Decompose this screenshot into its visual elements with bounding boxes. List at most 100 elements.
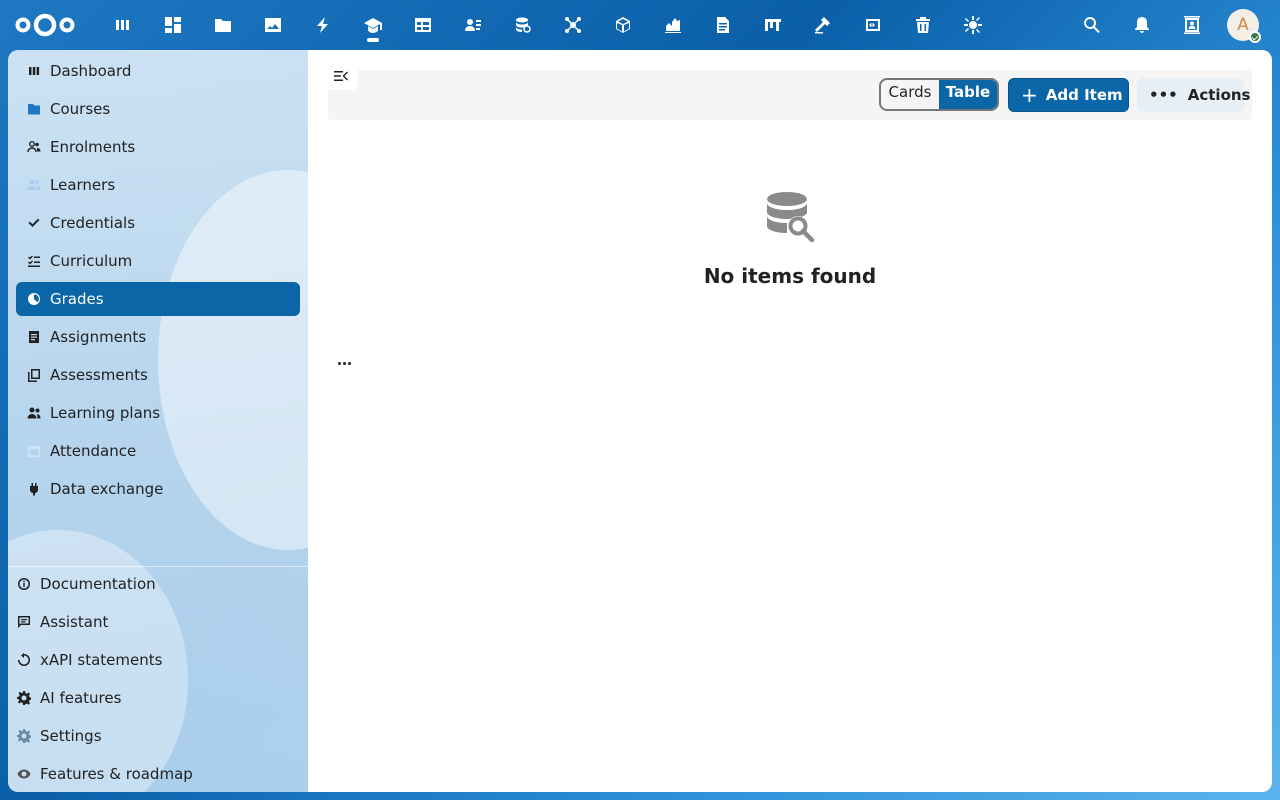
- sidebar-footer: Documentation Assistant xAPI statements …: [8, 566, 308, 792]
- sidebar-item-label: Dashboard: [50, 62, 132, 80]
- notifications-button[interactable]: [1117, 0, 1167, 50]
- dashboard-icon: [29, 67, 40, 75]
- app-activity[interactable]: [298, 0, 348, 50]
- users-icon: [27, 179, 41, 190]
- sidebar-nav: Dashboard Courses Enrolments Learners Cr…: [16, 54, 300, 510]
- sidebar-item-label: Attendance: [50, 442, 137, 460]
- contacts-card-icon: [1184, 16, 1200, 34]
- app-grid[interactable]: [148, 0, 198, 50]
- refresh-icon: [18, 653, 30, 666]
- sidebar-item-label: Documentation: [40, 575, 156, 593]
- top-bar: A: [0, 0, 1280, 50]
- trash-icon: [916, 17, 930, 33]
- bell-icon: [1135, 17, 1149, 33]
- info-icon: [18, 578, 30, 590]
- sidebar-item-grades[interactable]: Grades: [16, 282, 300, 316]
- more-options-button[interactable]: [334, 353, 354, 373]
- add-item-button[interactable]: + Add Item: [1008, 78, 1129, 112]
- contacts-menu-button[interactable]: [1167, 0, 1217, 50]
- sidebar-item-label: Credentials: [50, 214, 136, 232]
- add-item-label: Add Item: [1045, 86, 1123, 104]
- sidebar-toggle-button[interactable]: [324, 62, 358, 90]
- sidebar-item-label: Learning plans: [50, 404, 161, 422]
- sidebar-item-credentials[interactable]: Credentials: [16, 206, 300, 240]
- sidebar-item-courses[interactable]: Courses: [16, 92, 300, 126]
- app-chart[interactable]: [648, 0, 698, 50]
- actions-label: Actions: [1187, 86, 1251, 104]
- actions-button[interactable]: ••• Actions: [1137, 78, 1251, 112]
- sidebar-item-ai-features[interactable]: AI features: [8, 681, 308, 715]
- graduation-cap-icon: [364, 18, 382, 33]
- document-icon: [717, 17, 729, 33]
- app-tables[interactable]: [398, 0, 448, 50]
- sidebar-item-label: Data exchange: [50, 480, 164, 498]
- sidebar-item-assignments[interactable]: Assignments: [16, 320, 300, 354]
- sidebar-item-label: Assessments: [50, 366, 148, 384]
- app-learning[interactable]: [348, 0, 398, 50]
- app-document[interactable]: [698, 0, 748, 50]
- view-cards-option[interactable]: Cards: [881, 80, 939, 109]
- sidebar-item-data-exchange[interactable]: Data exchange: [16, 472, 300, 506]
- app-code[interactable]: [848, 0, 898, 50]
- sidebar-item-label: Features & roadmap: [40, 765, 193, 783]
- folder-icon: [28, 104, 40, 115]
- app-network[interactable]: [548, 0, 598, 50]
- chat-icon: [18, 616, 30, 628]
- network-icon: [565, 17, 581, 33]
- plug-icon: [30, 483, 38, 496]
- app-files[interactable]: [198, 0, 248, 50]
- cog-icon: [17, 729, 31, 743]
- app-dashboard[interactable]: [98, 0, 148, 50]
- view-table-option[interactable]: Table: [939, 80, 997, 109]
- app-board[interactable]: [748, 0, 798, 50]
- list-icon: [29, 331, 39, 343]
- avatar[interactable]: A: [1227, 9, 1261, 43]
- app-tools[interactable]: [798, 0, 848, 50]
- sidebar-item-xapi[interactable]: xAPI statements: [8, 643, 308, 677]
- sidebar-item-label: Settings: [40, 727, 102, 745]
- contacts-icon: [465, 19, 481, 31]
- gear-icon: [17, 691, 31, 705]
- sidebar-item-label: Grades: [50, 290, 104, 308]
- app-database[interactable]: [498, 0, 548, 50]
- sidebar-item-label: xAPI statements: [40, 651, 163, 669]
- database-icon: [516, 17, 531, 33]
- menu-collapse-icon: [334, 71, 348, 81]
- pie-icon: [28, 293, 40, 305]
- hammer-icon: [815, 17, 830, 34]
- sidebar-item-curriculum[interactable]: Curriculum: [16, 244, 300, 278]
- app-package[interactable]: [598, 0, 648, 50]
- app-photos[interactable]: [248, 0, 298, 50]
- sidebar-item-label: Learners: [50, 176, 116, 194]
- sidebar-item-features-roadmap[interactable]: Features & roadmap: [8, 757, 308, 791]
- app-contacts[interactable]: [448, 0, 498, 50]
- database-search-icon: [767, 192, 815, 243]
- sidebar-item-attendance[interactable]: Attendance: [16, 434, 300, 468]
- sidebar-item-assistant[interactable]: Assistant: [8, 605, 308, 639]
- calendar-icon: [28, 446, 40, 457]
- grid-icon: [165, 17, 181, 33]
- sidebar-item-assessments[interactable]: Assessments: [16, 358, 300, 392]
- chart-icon: [665, 18, 681, 33]
- eye-icon: [17, 769, 31, 779]
- table-icon: [415, 18, 431, 32]
- online-status-icon: [1249, 31, 1261, 43]
- sidebar-item-settings[interactable]: Settings: [8, 719, 308, 753]
- sidebar-item-dashboard[interactable]: Dashboard: [16, 54, 300, 88]
- sidebar-item-documentation[interactable]: Documentation: [8, 567, 308, 601]
- avatar-letter: A: [1237, 15, 1249, 35]
- unified-search-button[interactable]: [1067, 0, 1117, 50]
- nextcloud-logo[interactable]: [14, 11, 76, 39]
- sidebar-item-learners[interactable]: Learners: [16, 168, 300, 202]
- cube-icon: [616, 17, 630, 33]
- gear-bug-icon: [964, 16, 982, 34]
- main-content: Cards Table + Add Item ••• Actions No it…: [308, 50, 1272, 792]
- app-settings[interactable]: [948, 0, 998, 50]
- app-trash[interactable]: [898, 0, 948, 50]
- empty-state-title: No items found: [703, 264, 877, 288]
- sidebar-item-learning-plans[interactable]: Learning plans: [16, 396, 300, 430]
- sidebar-item-enrolments[interactable]: Enrolments: [16, 130, 300, 164]
- sidebar-item-label: Courses: [50, 100, 111, 118]
- team-icon: [27, 407, 41, 419]
- checklist-icon: [28, 255, 40, 267]
